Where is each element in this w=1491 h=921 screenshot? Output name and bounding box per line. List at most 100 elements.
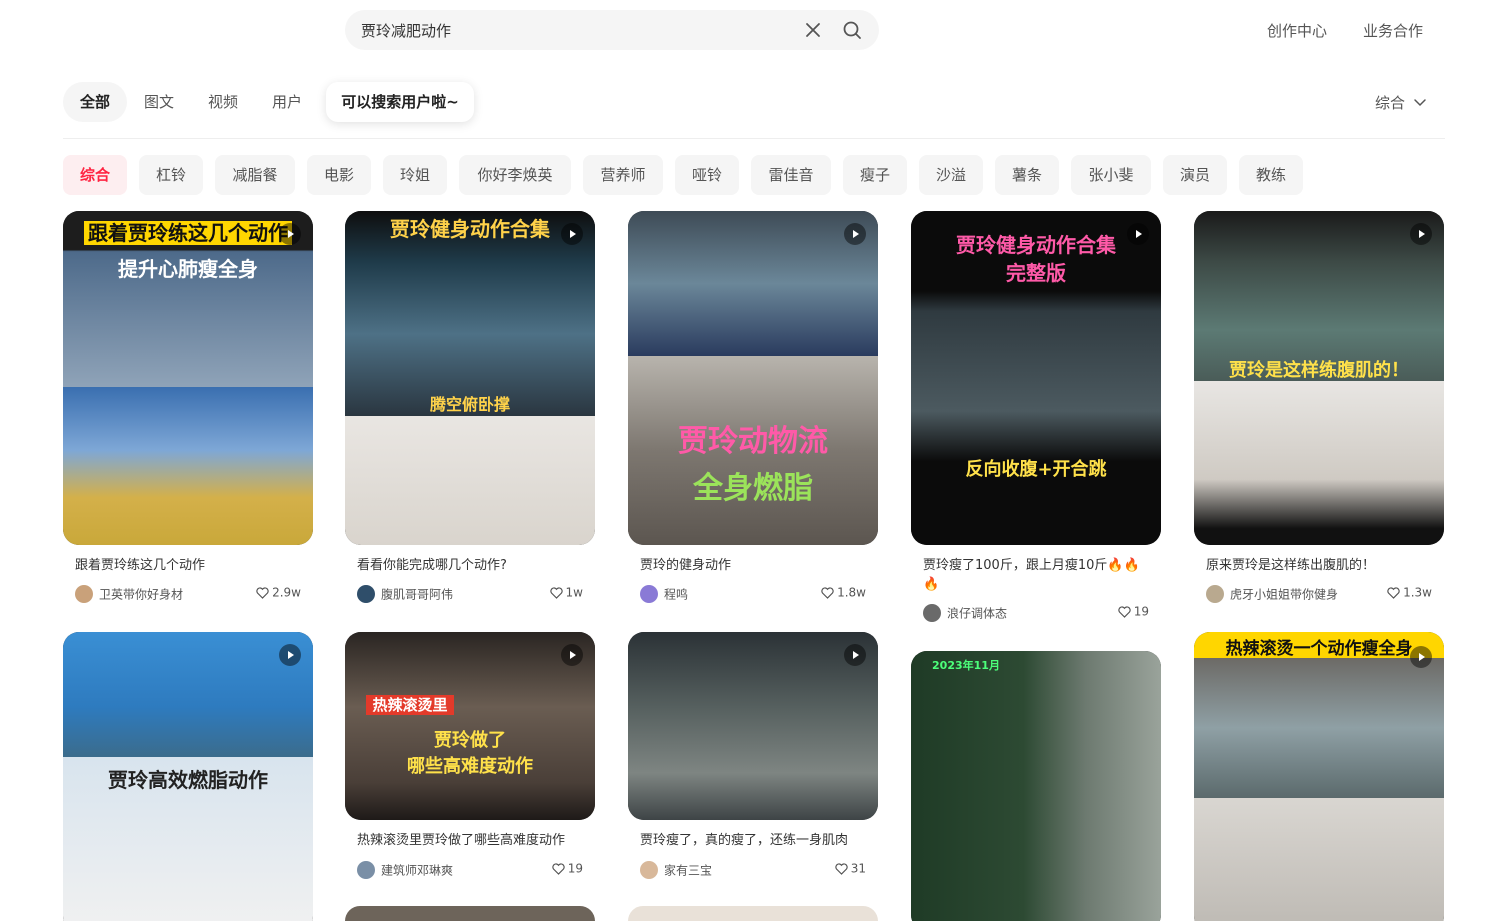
chip-sha-yi[interactable]: 沙溢 <box>919 155 983 195</box>
avatar <box>1206 585 1224 603</box>
like-button[interactable]: 19 <box>1118 604 1149 619</box>
card-cover[interactable]: 贾玲高效燃脂动作 <box>63 632 313 921</box>
card-cover[interactable] <box>628 906 878 921</box>
creator-center-link[interactable]: 创作中心 <box>1267 20 1327 41</box>
business-link[interactable]: 业务合作 <box>1363 20 1423 41</box>
play-icon <box>1127 223 1149 245</box>
card-title[interactable]: 跟着贾玲练这几个动作 <box>75 556 305 575</box>
chip-coach[interactable]: 教练 <box>1239 155 1303 195</box>
like-count: 19 <box>567 861 583 876</box>
card-title[interactable]: 原来贾玲是这样练出腹肌的！ <box>1206 556 1436 575</box>
like-count: 31 <box>850 861 866 876</box>
chip-movie[interactable]: 电影 <box>307 155 371 195</box>
avatar <box>640 861 658 879</box>
heart-icon <box>821 586 834 599</box>
search-icon[interactable] <box>842 20 862 40</box>
chip-actor[interactable]: 演员 <box>1163 155 1227 195</box>
avatar <box>640 585 658 603</box>
search-input[interactable] <box>361 10 781 50</box>
heart-icon <box>1387 586 1400 599</box>
like-button[interactable]: 19 <box>552 861 583 876</box>
card-title[interactable]: 贾玲瘦了，真的瘦了，还练一身肌肉 <box>640 831 870 850</box>
cover-caption: 贾玲做了 <box>434 730 506 751</box>
like-count: 1w <box>565 585 583 600</box>
author-name: 程鸣 <box>664 587 689 602</box>
card-cover[interactable]: 贾玲健身动作合集 腾空俯卧撑 <box>345 211 595 545</box>
divider <box>63 138 1445 139</box>
card-cover[interactable]: 热辣滚烫里 贾玲做了 哪些高难度动作 <box>345 632 595 820</box>
card-title[interactable]: 看看你能完成哪几个动作? <box>357 556 587 575</box>
card-title[interactable]: 热辣滚烫里贾玲做了哪些高难度动作 <box>357 831 587 850</box>
play-icon <box>1410 223 1432 245</box>
card-cover[interactable] <box>345 906 595 921</box>
card-title[interactable]: 贾玲瘦了100斤，跟上月瘦10斤🔥🔥🔥 <box>923 556 1153 594</box>
card-cover[interactable]: 贾玲是这样练腹肌的！ <box>1194 211 1444 545</box>
chevron-down-icon[interactable] <box>1412 94 1428 110</box>
cover-caption: 反向收腹+开合跳 <box>965 459 1107 480</box>
cover-caption: 热辣滚烫里 <box>366 695 454 715</box>
card-author[interactable]: 卫英带你好身材 <box>75 585 183 603</box>
card-cover[interactable]: 贾玲动物流 全身燃脂 <box>628 211 878 545</box>
like-button[interactable]: 31 <box>835 861 866 876</box>
play-icon <box>561 223 583 245</box>
card-author[interactable]: 腹肌哥哥阿伟 <box>357 585 453 603</box>
cover-caption: 提升心肺瘦全身 <box>118 257 258 281</box>
card-cover[interactable] <box>628 632 878 820</box>
card-title[interactable]: 贾玲的健身动作 <box>640 556 870 575</box>
cover-caption: 2023年11月 <box>932 659 1000 672</box>
tab-all[interactable]: 全部 <box>63 82 127 122</box>
sort-dropdown[interactable]: 综合 <box>1375 92 1405 113</box>
card-cover[interactable]: 贾玲健身动作合集 完整版 反向收腹+开合跳 <box>911 211 1161 545</box>
like-count: 1.8w <box>837 585 866 600</box>
chip-fat-loss-meal[interactable]: 减脂餐 <box>215 155 295 195</box>
chip-dumbbell[interactable]: 哑铃 <box>675 155 739 195</box>
author-name: 浪仔调体态 <box>947 606 1008 621</box>
close-icon[interactable] <box>803 20 823 40</box>
chip-ling-jie[interactable]: 玲姐 <box>383 155 447 195</box>
cover-caption: 贾玲健身动作合集 <box>390 217 550 241</box>
cover-caption: 贾玲动物流 <box>678 424 828 459</box>
chip-zhang-xiaofei[interactable]: 张小斐 <box>1071 155 1151 195</box>
tab-notes[interactable]: 图文 <box>135 82 183 122</box>
author-name: 卫英带你好身材 <box>99 587 184 602</box>
card-cover[interactable]: 跟着贾玲练这几个动作 提升心肺瘦全身 <box>63 211 313 545</box>
avatar <box>357 585 375 603</box>
chip-thin[interactable]: 瘦子 <box>843 155 907 195</box>
chip-fries[interactable]: 薯条 <box>995 155 1059 195</box>
card-cover[interactable]: 热辣滚烫一个动作瘦全身 <box>1194 632 1444 921</box>
like-count: 1.3w <box>1403 585 1432 600</box>
heart-icon <box>552 862 565 875</box>
card-author[interactable]: 虎牙小姐姐带你健身 <box>1206 585 1338 603</box>
search-users-tooltip: 可以搜索用户啦~ <box>326 82 474 122</box>
chip-lei-jiayin[interactable]: 雷佳音 <box>751 155 831 195</box>
author-name: 腹肌哥哥阿伟 <box>381 587 454 602</box>
cover-caption: 贾玲是这样练腹肌的！ <box>1229 360 1409 381</box>
card-cover[interactable]: 2023年11月 <box>911 651 1161 921</box>
play-icon <box>279 223 301 245</box>
cover-caption: 完整版 <box>1006 261 1066 285</box>
chip-comprehensive[interactable]: 综合 <box>63 155 127 195</box>
tab-videos[interactable]: 视频 <box>199 82 247 122</box>
card-author[interactable]: 建筑师邓琳爽 <box>357 861 453 879</box>
author-name: 家有三宝 <box>664 863 713 878</box>
like-button[interactable]: 1.3w <box>1387 585 1432 600</box>
like-button[interactable]: 1.8w <box>821 585 866 600</box>
author-name: 虎牙小姐姐带你健身 <box>1230 587 1339 602</box>
search-box[interactable] <box>345 10 879 50</box>
chip-nutritionist[interactable]: 营养师 <box>583 155 663 195</box>
play-icon <box>844 644 866 666</box>
tab-users[interactable]: 用户 <box>263 82 311 122</box>
like-count: 2.9w <box>272 585 301 600</box>
cover-caption: 哪些高难度动作 <box>407 756 533 777</box>
cover-caption: 跟着贾玲练这几个动作 <box>84 221 292 245</box>
avatar <box>357 861 375 879</box>
heart-icon <box>256 586 269 599</box>
card-author[interactable]: 家有三宝 <box>640 861 712 879</box>
like-button[interactable]: 2.9w <box>256 585 301 600</box>
card-author[interactable]: 程鸣 <box>640 585 688 603</box>
card-author[interactable]: 浪仔调体态 <box>923 604 1007 622</box>
chip-barbell[interactable]: 杠铃 <box>139 155 203 195</box>
like-button[interactable]: 1w <box>549 585 583 600</box>
play-icon <box>279 644 301 666</box>
chip-hi-mom[interactable]: 你好李焕英 <box>459 155 571 195</box>
